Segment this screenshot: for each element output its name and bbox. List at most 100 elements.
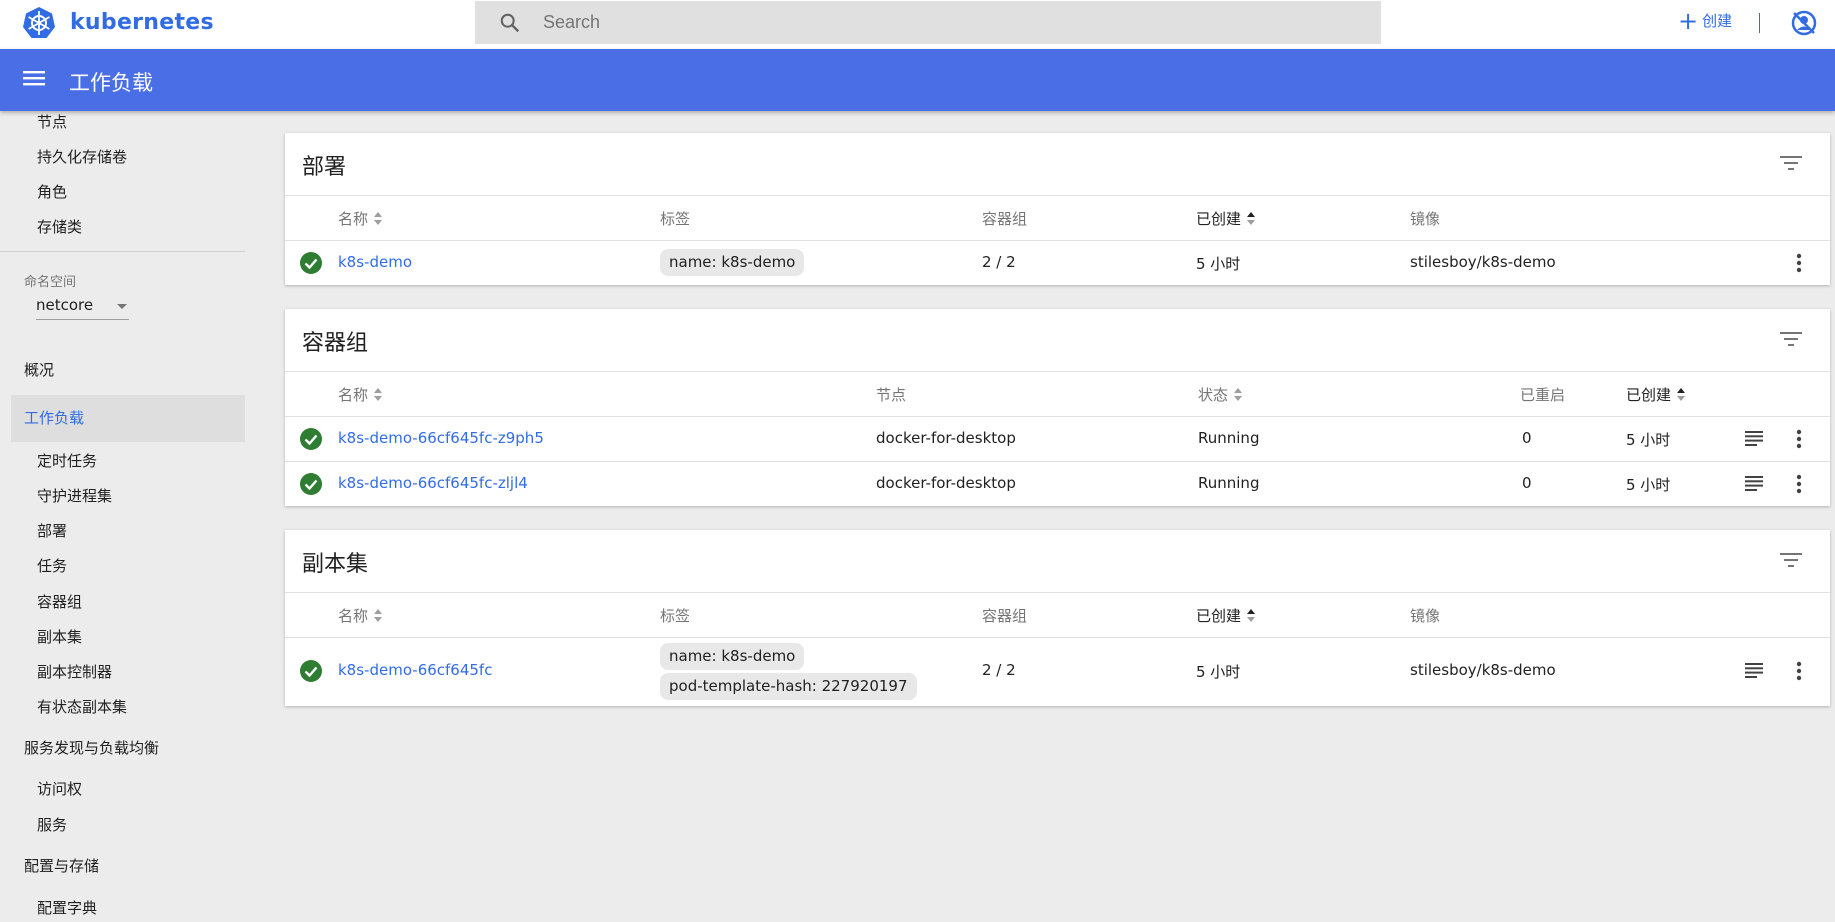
column-label: 标签 <box>660 607 691 625</box>
pod-name-link[interactable]: k8s-demo-66cf645fc-z9ph5 <box>338 429 544 447</box>
column-header-name[interactable]: 名称 <box>338 208 383 229</box>
replica-sets-title: 副本集 <box>302 552 369 577</box>
pod-status: Running <box>1198 474 1260 492</box>
sidebar: 节点 持久化存储卷 角色 存储类 命名空间 netcore 概况 工作负载 定时… <box>0 111 245 922</box>
search-bar[interactable] <box>475 1 1381 44</box>
column-label: 镜像 <box>1410 607 1441 625</box>
sidebar-item-stateful-sets[interactable]: 有状态副本集 <box>37 696 127 717</box>
menu-icon[interactable] <box>23 69 45 87</box>
create-label: 创建 <box>1702 12 1733 30</box>
filter-icon[interactable] <box>1780 331 1802 347</box>
sort-icon[interactable] <box>1677 388 1686 401</box>
column-label: 名称 <box>338 386 369 404</box>
sidebar-item-config-maps[interactable]: 配置字典 <box>37 897 97 918</box>
brand-name[interactable]: kubernetes <box>70 10 214 35</box>
search-icon <box>500 13 520 33</box>
sort-icon[interactable] <box>1247 609 1256 622</box>
sidebar-item-nodes[interactable]: 节点 <box>37 111 67 132</box>
column-header-name[interactable]: 名称 <box>338 384 383 405</box>
sort-icon[interactable] <box>1247 212 1256 225</box>
sidebar-item-discovery[interactable]: 服务发现与负载均衡 <box>24 737 159 758</box>
sidebar-item-replica-sets[interactable]: 副本集 <box>37 626 82 647</box>
sidebar-item-jobs[interactable]: 任务 <box>37 555 67 576</box>
sidebar-item-config-storage[interactable]: 配置与存储 <box>24 855 99 876</box>
pods-count: 2 / 2 <box>982 253 1016 271</box>
filter-icon[interactable] <box>1780 552 1802 568</box>
more-vert-icon[interactable] <box>1796 661 1802 681</box>
label-chip: pod-template-hash: 227920197 <box>660 673 917 700</box>
logs-icon[interactable] <box>1745 431 1763 446</box>
kubernetes-logo-icon[interactable] <box>22 6 56 40</box>
more-vert-icon[interactable] <box>1796 253 1802 273</box>
sidebar-item-cron-jobs[interactable]: 定时任务 <box>37 450 97 471</box>
column-label: 容器组 <box>982 607 1028 625</box>
column-label: 容器组 <box>982 210 1028 228</box>
column-header-status[interactable]: 状态 <box>1198 384 1243 405</box>
success-check-icon <box>300 428 322 450</box>
column-header-restarts: 已重启 <box>1520 384 1565 405</box>
sidebar-item-daemon-sets[interactable]: 守护进程集 <box>37 485 112 506</box>
page-title: 工作负载 <box>69 71 153 95</box>
plus-icon: + <box>1678 6 1699 35</box>
pods-count: 2 / 2 <box>982 661 1016 679</box>
sort-icon[interactable] <box>374 388 383 401</box>
sidebar-item-overview[interactable]: 概况 <box>24 359 54 380</box>
success-check-icon <box>300 252 322 274</box>
sort-icon[interactable] <box>374 212 383 225</box>
column-label: 节点 <box>876 386 907 404</box>
sidebar-item-roles[interactable]: 角色 <box>37 181 67 202</box>
created-age: 5 小时 <box>1196 663 1241 681</box>
sidebar-item-ingresses[interactable]: 访问权 <box>37 778 82 799</box>
deployment-name-link[interactable]: k8s-demo <box>338 253 412 271</box>
sidebar-divider <box>0 251 245 252</box>
page-header: 工作负载 <box>0 49 1835 111</box>
column-label: 名称 <box>338 607 369 625</box>
success-check-icon <box>300 473 322 495</box>
column-header-node: 节点 <box>876 384 906 405</box>
sidebar-item-persistent-volumes[interactable]: 持久化存储卷 <box>37 146 127 167</box>
incognito-user-icon[interactable] <box>1790 9 1818 37</box>
column-header-images: 镜像 <box>1410 208 1440 229</box>
column-header-images: 镜像 <box>1410 605 1440 626</box>
replica-set-name-link[interactable]: k8s-demo-66cf645fc <box>338 661 492 679</box>
created-age: 5 小时 <box>1196 255 1241 273</box>
pod-restarts: 0 <box>1522 474 1532 492</box>
namespace-value: netcore <box>36 296 94 314</box>
more-vert-icon[interactable] <box>1796 474 1802 494</box>
more-vert-icon[interactable] <box>1796 429 1802 449</box>
create-button[interactable]: + 创建 <box>1678 6 1733 35</box>
sidebar-item-storage-classes[interactable]: 存储类 <box>37 216 82 237</box>
replica-sets-card: 副本集 名称 标签 容器组 已创建 镜像 k8s-demo-66cf645fc … <box>285 530 1830 706</box>
pods-card: 容器组 名称 节点 状态 已重启 已创建 k8s-demo-66cf645fc-… <box>285 309 1830 506</box>
pod-name-link[interactable]: k8s-demo-66cf645fc-zljl4 <box>338 474 528 492</box>
column-header-created[interactable]: 已创建 <box>1196 208 1256 229</box>
row-divider <box>285 637 1830 638</box>
sidebar-item-replication-controllers[interactable]: 副本控制器 <box>37 661 112 682</box>
sidebar-item-pods[interactable]: 容器组 <box>37 591 82 612</box>
logs-icon[interactable] <box>1745 663 1763 678</box>
filter-icon[interactable] <box>1780 155 1802 171</box>
namespace-select[interactable]: netcore <box>36 296 129 320</box>
caret-down-icon <box>117 304 127 309</box>
image-name: stilesboy/k8s-demo <box>1410 661 1556 679</box>
sidebar-item-workloads[interactable]: 工作负载 <box>24 407 84 428</box>
toolbar-divider <box>1759 13 1760 33</box>
search-input[interactable] <box>543 1 1343 44</box>
label-chip: name: k8s-demo <box>660 249 805 276</box>
sort-icon[interactable] <box>374 609 383 622</box>
pod-node: docker-for-desktop <box>876 474 1016 492</box>
logs-icon[interactable] <box>1745 476 1763 491</box>
sort-icon[interactable] <box>1234 388 1243 401</box>
sidebar-item-services[interactable]: 服务 <box>37 814 67 835</box>
created-age: 5 小时 <box>1626 431 1671 449</box>
deployments-card: 部署 名称 标签 容器组 已创建 镜像 k8s-demo name: k8s-d… <box>285 133 1830 285</box>
column-header-name[interactable]: 名称 <box>338 605 383 626</box>
label-chip: name: k8s-demo <box>660 643 805 670</box>
column-label: 已创建 <box>1196 210 1242 228</box>
column-header-created[interactable]: 已创建 <box>1626 384 1686 405</box>
namespace-label: 命名空间 <box>24 275 77 290</box>
column-header-created[interactable]: 已创建 <box>1196 605 1256 626</box>
sidebar-item-deployments[interactable]: 部署 <box>37 520 67 541</box>
row-divider <box>285 461 1830 462</box>
column-label: 已创建 <box>1626 386 1672 404</box>
